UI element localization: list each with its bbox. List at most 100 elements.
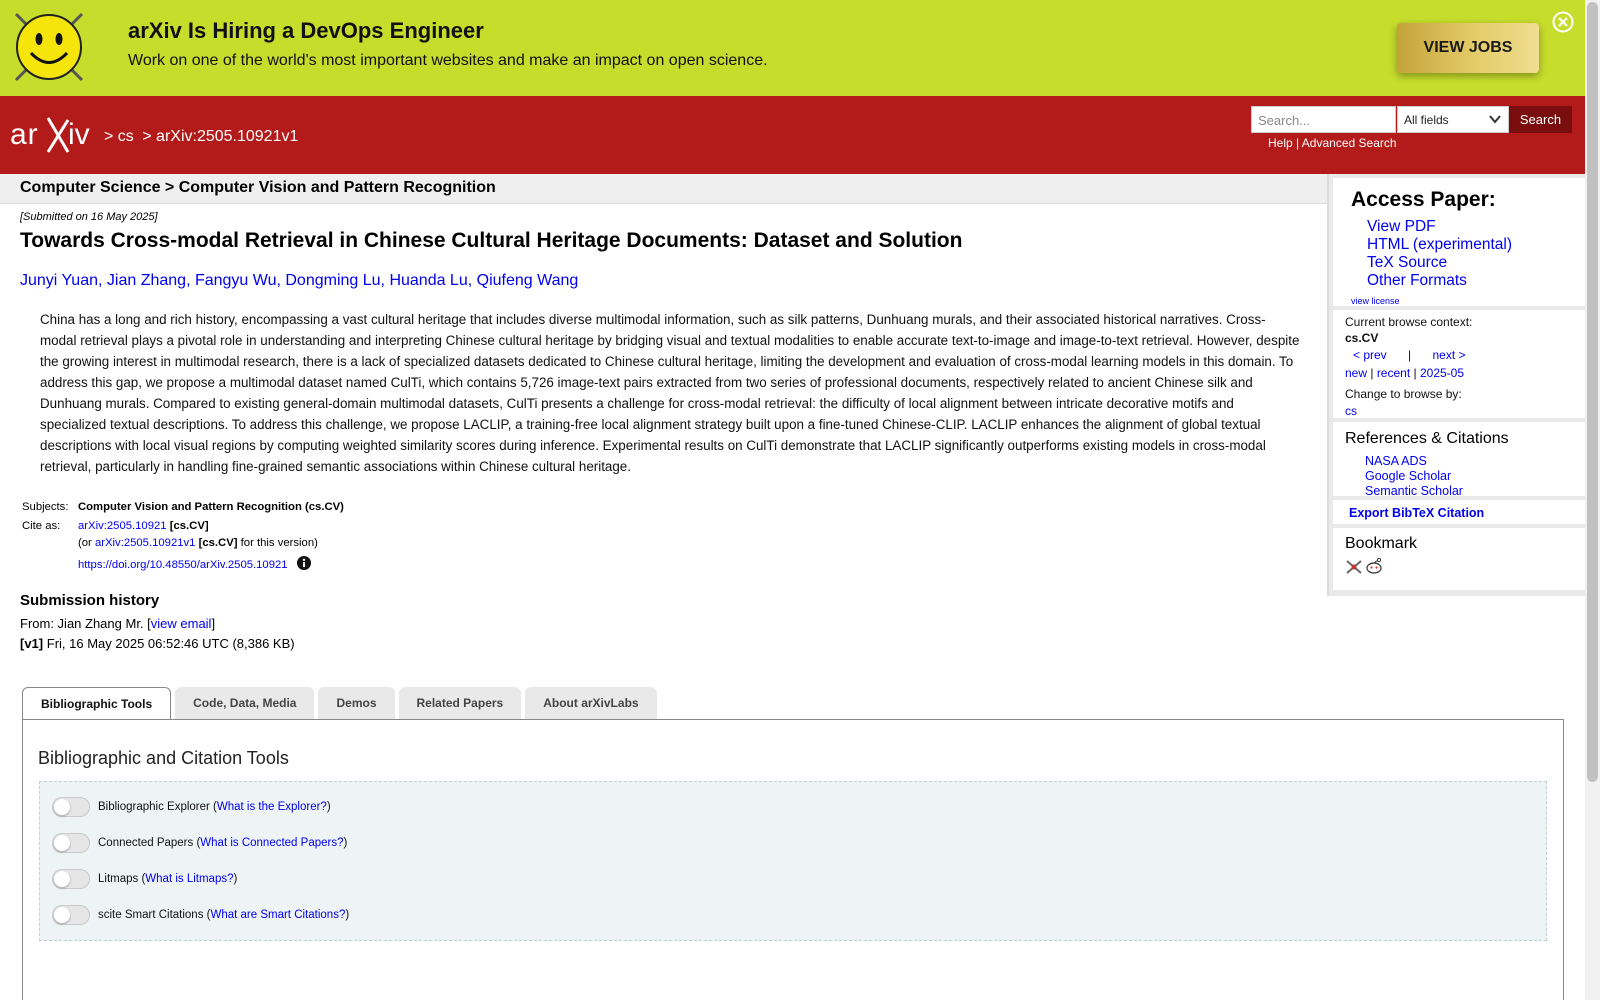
vertical-scrollbar[interactable] — [1585, 0, 1600, 1000]
tab-demos[interactable]: Demos — [318, 687, 395, 719]
abstract: China has a long and rich history, encom… — [40, 312, 1300, 474]
author-link[interactable]: Junyi Yuan — [20, 272, 98, 289]
view-pdf-link[interactable]: View PDF — [1367, 218, 1512, 236]
author-link[interactable]: Jian Zhang — [107, 272, 186, 289]
tool-help-link[interactable]: What is the Explorer? — [217, 801, 327, 813]
recent-link[interactable]: recent — [1377, 366, 1410, 380]
tool-list: Bibliographic Explorer (What is the Expl… — [39, 781, 1547, 941]
tool-row: Connected Papers (What is Connected Pape… — [52, 832, 347, 854]
author-link[interactable]: Huanda Lu — [389, 272, 467, 289]
tab-related-papers[interactable]: Related Papers — [398, 687, 522, 719]
prev-link[interactable]: < prev — [1353, 348, 1387, 362]
submission-from: From: Jian Zhang Mr. [view email] — [20, 616, 215, 631]
close-icon[interactable] — [1552, 11, 1574, 33]
other-formats-link[interactable]: Other Formats — [1367, 272, 1512, 290]
scrollbar-thumb[interactable] — [1587, 2, 1598, 782]
author-link[interactable]: Dongming Lu — [285, 272, 380, 289]
tex-source-link[interactable]: TeX Source — [1367, 254, 1512, 272]
version-v1: [v1] Fri, 16 May 2025 06:52:46 UTC (8,38… — [20, 636, 295, 651]
version-label: [v1] — [20, 636, 44, 651]
browse-cs-link[interactable]: cs — [1345, 404, 1357, 418]
bibsonomy-icon[interactable] — [1345, 559, 1363, 575]
breadcrumb-cs[interactable]: > cs — [104, 128, 134, 145]
submitted-date: [Submitted on 16 May 2025] — [20, 211, 158, 223]
access-paper-title: Access Paper: — [1351, 188, 1496, 211]
author-link[interactable]: Qiufeng Wang — [477, 272, 579, 289]
breadcrumb: > cs > arXiv:2505.10921v1 — [104, 128, 302, 146]
banner-title: arXiv Is Hiring a DevOps Engineer — [128, 18, 484, 43]
tool-help-link[interactable]: What is Litmaps? — [145, 873, 233, 885]
toggle-switch[interactable] — [52, 833, 90, 853]
breadcrumb-paper: > arXiv:2505.10921v1 — [142, 128, 299, 145]
reddit-icon[interactable] — [1365, 557, 1383, 575]
tool-close-paren: ) — [345, 909, 350, 921]
cite-id-link[interactable]: arXiv:2505.10921 — [78, 520, 167, 532]
bookmark-title: Bookmark — [1345, 535, 1418, 552]
view-jobs-button[interactable]: VIEW JOBS — [1397, 23, 1539, 73]
tab-about-arxivlabs[interactable]: About arXivLabs — [525, 687, 657, 719]
export-bibtex-link[interactable]: Export BibTeX Citation — [1349, 506, 1484, 520]
tool-close-paren: ) — [233, 873, 238, 885]
help-links[interactable]: Help | Advanced Search — [1268, 136, 1397, 150]
month-link[interactable]: 2025-05 — [1420, 366, 1464, 380]
metadata-table: Subjects: Computer Vision and Pattern Re… — [22, 501, 344, 578]
info-icon[interactable] — [296, 556, 311, 570]
tool-help-link[interactable]: What is Connected Papers? — [200, 837, 343, 849]
references-title: References & Citations — [1345, 430, 1509, 447]
nasa-ads-link[interactable]: NASA ADS — [1365, 454, 1463, 469]
next-link[interactable]: next > — [1433, 348, 1466, 362]
doi-link[interactable]: https://doi.org/10.48550/arXiv.2505.1092… — [78, 559, 288, 571]
tool-name: Bibliographic Explorer ( — [98, 801, 217, 813]
bookmark-box: Bookmark — [1333, 528, 1587, 590]
category-bar: Computer Science > Computer Vision and P… — [0, 174, 1327, 204]
toggle-knob — [54, 835, 70, 851]
new-link[interactable]: new — [1345, 366, 1367, 380]
tab-panel: Bibliographic and Citation Tools Bibliog… — [22, 719, 1564, 1000]
tab-bibliographic-tools[interactable]: Bibliographic Tools — [22, 687, 172, 721]
change-browse-label: Change to browse by: — [1345, 387, 1462, 401]
tool-row: Litmaps (What is Litmaps?) — [52, 868, 237, 890]
tool-help-link[interactable]: What are Smart Citations? — [210, 909, 345, 921]
references-box: References & Citations NASA ADS Google S… — [1333, 422, 1587, 499]
context-label: Current browse context: — [1345, 315, 1473, 329]
view-license-link[interactable]: view license — [1351, 296, 1400, 306]
toggle-switch[interactable] — [52, 869, 90, 889]
search-field-select[interactable]: All fields — [1397, 106, 1509, 133]
cite-version-link[interactable]: arXiv:2505.10921v1 — [95, 537, 196, 549]
cite-version-suffix: for this version) — [240, 537, 318, 549]
version-date: Fri, 16 May 2025 06:52:46 UTC (8,386 KB) — [46, 636, 295, 651]
search-button[interactable]: Search — [1509, 106, 1572, 133]
subjects-label: Subjects: — [22, 501, 69, 513]
tool-row: scite Smart Citations (What are Smart Ci… — [52, 904, 349, 926]
hiring-banner: arXiv Is Hiring a DevOps Engineer Work o… — [0, 0, 1585, 96]
tool-row: Bibliographic Explorer (What is the Expl… — [52, 796, 331, 818]
cite-category: [cs.CV] — [169, 520, 209, 532]
arxiv-logo[interactable]: ar iv — [8, 114, 102, 156]
toggle-switch[interactable] — [52, 797, 90, 817]
cite-version-category: [cs.CV] — [198, 537, 238, 549]
html-experimental-link[interactable]: HTML (experimental) — [1367, 236, 1512, 254]
paper-title: Towards Cross-modal Retrieval in Chinese… — [20, 229, 963, 252]
google-scholar-link[interactable]: Google Scholar — [1365, 469, 1463, 484]
view-email-link[interactable]: view email — [151, 616, 212, 631]
svg-text:ar: ar — [10, 118, 39, 151]
author-link[interactable]: Fangyu Wu — [195, 272, 277, 289]
export-box: Export BibTeX Citation — [1333, 500, 1587, 524]
toggle-knob — [54, 871, 70, 887]
banner-subtitle: Work on one of the world's most importan… — [128, 52, 768, 69]
tab-code-data-media[interactable]: Code, Data, Media — [175, 687, 315, 719]
tools-tabs: Bibliographic Tools Code, Data, Media De… — [22, 687, 661, 721]
search-input[interactable]: Search... — [1251, 106, 1396, 133]
toggle-switch[interactable] — [52, 905, 90, 925]
browse-context-box: Current browse context: cs.CV < prev | n… — [1333, 310, 1587, 418]
submission-history-title: Submission history — [20, 592, 160, 609]
tool-name: scite Smart Citations ( — [98, 909, 211, 921]
author-list: Junyi Yuan, Jian Zhang, Fangyu Wu, Dongm… — [20, 272, 579, 289]
svg-text:iv: iv — [68, 118, 90, 151]
from-text: From: Jian Zhang Mr. [ — [20, 616, 151, 631]
smiley-logo-icon — [14, 12, 84, 82]
site-header: ar iv > cs > arXiv:2505.10921v1 Search..… — [0, 96, 1585, 174]
semantic-scholar-link[interactable]: Semantic Scholar — [1365, 484, 1463, 499]
toggle-knob — [54, 907, 70, 923]
tool-close-paren: ) — [343, 837, 348, 849]
